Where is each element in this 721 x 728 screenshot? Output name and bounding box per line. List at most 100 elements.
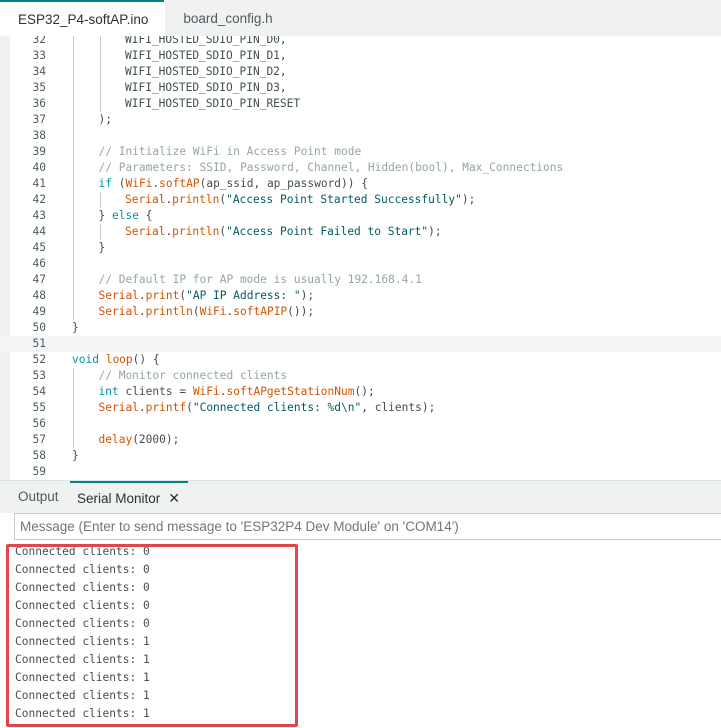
- serial-message-input[interactable]: [14, 513, 721, 540]
- code-token: void: [72, 353, 99, 366]
- code-token: softAPgetStationNum: [226, 385, 355, 398]
- line-number: 49: [32, 305, 46, 318]
- code-token: int: [98, 385, 119, 398]
- code-editor[interactable]: 32 WIFI_HOSTED_SDIO_PIN_D0, 33 WIFI_HOSTED_…: [0, 36, 721, 480]
- line-number: 39: [32, 145, 46, 158]
- code-line: 44 Serial.println("Access Point Failed to…: [0, 224, 721, 240]
- tab-output[interactable]: Output: [18, 481, 59, 513]
- code-token: .: [219, 385, 227, 398]
- code-line: 51: [0, 336, 721, 352]
- code-token: (ap_ssid, ap_password)) {: [199, 177, 368, 190]
- code-token: Serial: [125, 193, 166, 206]
- tab-bar-filler: [288, 0, 721, 36]
- code-text: Serial.println(WiFi.softAPIP());: [99, 304, 315, 320]
- code-line: 32 WIFI_HOSTED_SDIO_PIN_D0,: [0, 36, 721, 48]
- code-line: 48 Serial.print("AP IP Address: ");: [0, 288, 721, 304]
- code-text: }: [72, 320, 79, 336]
- line-number: 44: [32, 225, 46, 238]
- code-token: ());: [287, 305, 315, 318]
- code-text: WIFI_HOSTED_SDIO_PIN_D0,: [125, 36, 287, 48]
- code-token: ();: [354, 385, 375, 398]
- indent-guide: [99, 224, 101, 240]
- indent-guide: [73, 208, 74, 224]
- code-token: }: [72, 449, 79, 462]
- code-token: WiFi: [192, 385, 220, 398]
- code-line: 59: [0, 464, 721, 480]
- indent-guide: [73, 384, 74, 400]
- indent-guide: [73, 368, 74, 384]
- line-number: 47: [32, 273, 46, 286]
- code-token: // Initialize WiFi in Access Point mode: [98, 145, 362, 158]
- code-token: Serial: [98, 401, 139, 414]
- code-text: Serial.print("AP IP Address: ");: [99, 288, 315, 304]
- code-line: 46: [0, 256, 721, 272]
- code-line: 42 Serial.println("Access Point Started S…: [0, 192, 721, 208]
- code-token: println: [172, 193, 220, 206]
- code-line: 45}: [0, 240, 721, 256]
- code-token: WIFI_HOSTED_SDIO_PIN_D0,: [125, 36, 287, 46]
- code-token: delay: [98, 433, 133, 446]
- line-number: 40: [32, 161, 46, 174]
- code-text: void loop() {: [72, 352, 160, 368]
- code-token: Serial: [125, 225, 166, 238]
- line-number: 59: [32, 465, 46, 478]
- indent-guide: [73, 96, 74, 112]
- tab-esp32-p4-softap-ino[interactable]: ESP32_P4-softAP.ino: [0, 0, 165, 36]
- code-token: }: [98, 241, 106, 254]
- code-line: 38: [0, 128, 721, 144]
- indent-guide: [99, 192, 101, 208]
- tab-serial-monitor[interactable]: Serial Monitor ✕: [70, 481, 189, 513]
- code-text: WIFI_HOSTED_SDIO_PIN_D1,: [125, 48, 287, 64]
- code-text: WIFI_HOSTED_SDIO_PIN_RESET: [125, 96, 300, 112]
- code-line: 34 WIFI_HOSTED_SDIO_PIN_D2,: [0, 64, 721, 80]
- code-token: print: [145, 289, 180, 302]
- code-text: Serial.printf("Connected clients: %d\n",…: [99, 400, 436, 416]
- indent-guide: [73, 160, 74, 176]
- indent-guide: [73, 176, 74, 192]
- line-number: 52: [32, 353, 46, 366]
- line-number: 42: [32, 193, 46, 206]
- code-token: WiFi: [199, 305, 227, 318]
- code-token: // Parameters: SSID, Password, Channel, …: [98, 161, 564, 174]
- code-token: Serial: [98, 305, 139, 318]
- code-token: WIFI_HOSTED_SDIO_PIN_D3,: [125, 81, 287, 94]
- indent-guide: [99, 36, 101, 48]
- code-token: // Default IP for AP mode is usually 192…: [98, 273, 422, 286]
- indent-guide: [73, 400, 74, 416]
- code-token: {: [138, 209, 153, 222]
- line-number: 53: [32, 369, 46, 382]
- close-icon[interactable]: ✕: [168, 483, 180, 513]
- indent-guide: [99, 80, 101, 96]
- code-line: 49 Serial.println(WiFi.softAPIP());: [0, 304, 721, 320]
- editor-tab-bar: ESP32_P4-softAP.ino board_config.h: [0, 0, 721, 36]
- code-text: Serial.println("Access Point Failed to S…: [125, 224, 442, 240]
- code-token: );: [98, 113, 112, 126]
- code-text: Serial.println("Access Point Started Suc…: [125, 192, 475, 208]
- code-text: WIFI_HOSTED_SDIO_PIN_D2,: [125, 64, 287, 80]
- code-token: WIFI_HOSTED_SDIO_PIN_RESET: [125, 97, 301, 110]
- code-text: }: [72, 448, 79, 464]
- indent-guide: [73, 48, 74, 64]
- code-token: println: [172, 225, 220, 238]
- line-number: 41: [32, 177, 46, 190]
- code-token: clients =: [118, 385, 193, 398]
- indent-guide: [73, 240, 74, 256]
- line-number: 51: [32, 337, 46, 350]
- code-token: }: [72, 321, 79, 334]
- code-token: "Connected clients: %d\n": [192, 401, 362, 414]
- code-line: 41 if (WiFi.softAP(ap_ssid, ap_password))…: [0, 176, 721, 192]
- indent-guide: [99, 96, 101, 112]
- code-token: WIFI_HOSTED_SDIO_PIN_D2,: [125, 65, 287, 78]
- indent-guide: [73, 432, 74, 448]
- code-text: }: [99, 240, 106, 256]
- line-number: 32: [32, 36, 46, 46]
- indent-guide: [73, 256, 74, 272]
- tab-label: board_config.h: [183, 10, 273, 26]
- tab-board-config-h[interactable]: board_config.h: [164, 0, 289, 36]
- code-line: 50}: [0, 320, 721, 336]
- code-text: WIFI_HOSTED_SDIO_PIN_D3,: [125, 80, 287, 96]
- line-number: 43: [32, 209, 46, 222]
- code-line: 39 // Initialize WiFi in Access Point mod…: [0, 144, 721, 160]
- code-line: 55 Serial.printf("Connected clients: %d\n…: [0, 400, 721, 416]
- code-text: int clients = WiFi.softAPgetStationNum()…: [99, 384, 375, 400]
